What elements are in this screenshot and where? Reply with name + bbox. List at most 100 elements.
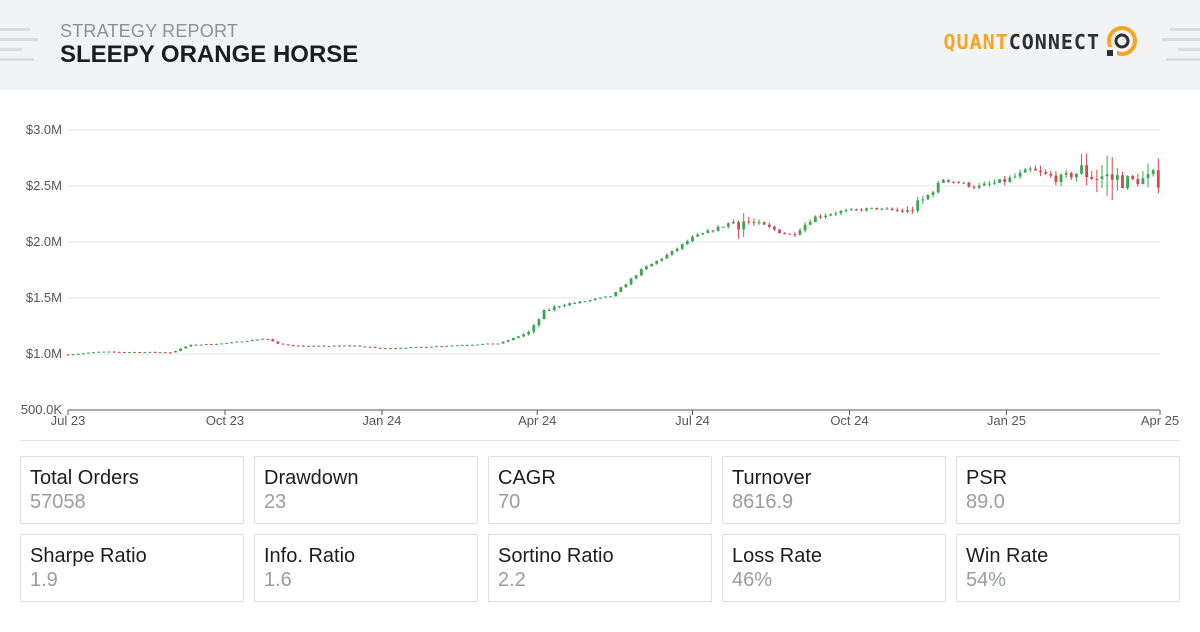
candle-body: [138, 351, 142, 353]
candle-body: [788, 233, 792, 235]
candle-body: [399, 347, 403, 349]
candle-body: [430, 346, 433, 348]
y-tick-label: $1.0M: [26, 346, 62, 361]
candle-body: [542, 309, 546, 320]
x-tick-label: Jan 24: [362, 413, 401, 428]
candle-body: [926, 194, 930, 200]
quantconnect-logo[interactable]: QUANT CONNECT: [943, 26, 1138, 58]
strategy-title: SLEEPY ORANGE HORSE: [60, 41, 359, 68]
candle-body: [450, 345, 454, 347]
x-tick-label: Jul 24: [675, 413, 710, 428]
candle-body: [987, 183, 991, 185]
candle-body: [849, 209, 853, 211]
candle-body: [998, 179, 1002, 183]
stat-card: Win Rate 54%: [956, 534, 1180, 602]
candle-body: [701, 233, 705, 235]
candle-body: [1018, 172, 1022, 177]
stat-value: 46%: [732, 569, 773, 591]
candle-body: [1049, 173, 1053, 176]
candle-body: [261, 338, 264, 340]
candle-body: [235, 341, 239, 343]
candle-body: [993, 182, 996, 184]
candle-body: [81, 353, 85, 355]
candle-body: [552, 306, 556, 310]
stat-value: 1.9: [30, 569, 58, 591]
candle-body: [245, 340, 249, 342]
stat-label: Win Rate: [966, 545, 1049, 567]
candle-body: [112, 351, 116, 353]
candle-body: [547, 309, 551, 311]
candle-body: [1059, 174, 1063, 182]
candle-body: [506, 340, 510, 342]
candle-body: [445, 345, 449, 347]
candle-body: [424, 346, 428, 348]
candle-body: [158, 352, 162, 354]
stat-value: 2.2: [498, 569, 526, 591]
candle-body: [291, 345, 295, 347]
candle-body: [476, 344, 479, 346]
candle-body: [286, 344, 290, 346]
candle-body: [128, 352, 131, 354]
report-header: STRATEGY REPORT SLEEPY ORANGE HORSE QUAN…: [0, 0, 1200, 90]
candle-body: [1044, 171, 1048, 174]
stat-label: Loss Rate: [732, 545, 823, 567]
candle-body: [511, 337, 515, 341]
candle-body: [296, 345, 300, 347]
candle-body: [798, 230, 802, 235]
chart-grid: [68, 129, 1160, 355]
x-tick-label: Apr 24: [518, 413, 556, 428]
candle-body: [1151, 170, 1155, 175]
stat-card: Drawdown 23: [254, 456, 478, 524]
candle-body: [716, 226, 720, 231]
candle-body: [624, 284, 628, 288]
candle-body: [619, 287, 623, 293]
stat-value: 57058: [30, 491, 86, 513]
candle-body: [772, 226, 776, 230]
candle-body: [762, 222, 766, 225]
candle-body: [563, 305, 566, 307]
candle-body: [921, 199, 925, 201]
candle-body: [573, 303, 577, 305]
candle-body: [358, 345, 362, 347]
candle-body: [394, 348, 397, 350]
candle-body: [870, 207, 874, 209]
candle-body: [92, 352, 95, 354]
candle-body: [706, 230, 710, 234]
candle-body: [742, 221, 746, 230]
report-subtitle: STRATEGY REPORT: [60, 21, 239, 41]
candle-body: [1064, 173, 1068, 175]
candle-body: [685, 241, 689, 245]
candle-body: [1069, 173, 1073, 178]
candle-body: [691, 236, 694, 242]
candle-body: [696, 234, 700, 237]
candle-body: [757, 222, 761, 224]
candle-body: [460, 345, 464, 347]
candle-body: [71, 354, 75, 356]
candle-body: [363, 346, 367, 348]
candle-body: [343, 345, 346, 347]
candle-body: [122, 351, 126, 353]
candle-body: [250, 339, 254, 341]
candle-body: [465, 344, 469, 346]
candle-body: [767, 224, 771, 227]
candle-body: [266, 338, 270, 340]
candle-body: [783, 233, 787, 235]
candle-body: [1121, 175, 1124, 189]
candle-body: [302, 345, 305, 347]
candle-body: [578, 301, 582, 304]
candle-body: [486, 343, 490, 345]
candle-body: [481, 343, 485, 345]
candle-body: [317, 345, 321, 347]
candle-body: [117, 351, 121, 353]
x-tick-label: Jan 25: [987, 413, 1026, 428]
candle-body: [133, 351, 136, 353]
candle-body: [660, 258, 664, 261]
candle-body: [373, 346, 377, 348]
candle-body: [747, 221, 751, 223]
candle-body: [604, 296, 607, 298]
x-tick-label: Jul 23: [51, 413, 86, 428]
candle-body: [583, 301, 587, 303]
candle-body: [409, 347, 413, 349]
candle-body: [880, 208, 884, 210]
candle-body: [558, 306, 561, 308]
